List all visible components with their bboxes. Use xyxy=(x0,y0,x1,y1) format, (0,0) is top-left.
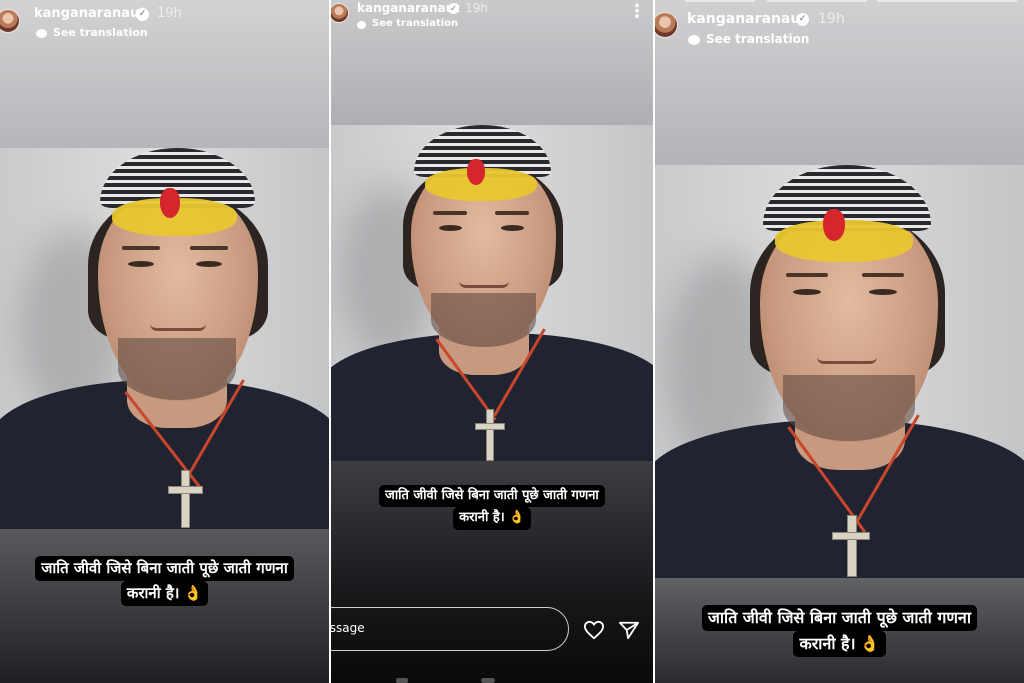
right-brow xyxy=(190,246,228,250)
cross-bar xyxy=(832,532,870,540)
cross-bar xyxy=(475,423,505,430)
caption-text-2: करानी है। xyxy=(126,583,180,602)
verified-badge-icon: ✓ xyxy=(136,8,149,21)
left-brow xyxy=(122,246,160,250)
beard xyxy=(431,293,536,347)
story-header: kanganaranaut ✓ 19h See translation xyxy=(655,0,1024,48)
avatar[interactable] xyxy=(655,12,678,38)
heart-icon[interactable] xyxy=(583,620,605,640)
username[interactable]: kanganaranaut xyxy=(357,1,460,15)
left-brow xyxy=(433,211,467,215)
ok-hand-emoji: 👌 xyxy=(183,583,203,602)
story-caption: जाति जीवी जिसे बिना जाती पूछे जाती गणना … xyxy=(655,605,1024,657)
message-input[interactable]: Message xyxy=(331,607,569,651)
cross-bar xyxy=(168,486,203,494)
see-translation-link[interactable]: See translation xyxy=(372,18,458,29)
ok-hand-emoji: 👌 xyxy=(859,634,880,653)
left-eye xyxy=(439,225,462,231)
mouth xyxy=(459,281,509,288)
right-eye xyxy=(501,225,524,231)
speech-bubble-icon xyxy=(36,29,47,38)
speech-bubble-icon xyxy=(688,35,700,45)
nav-back[interactable] xyxy=(396,678,408,683)
right-brow xyxy=(862,273,904,277)
left-eye xyxy=(793,289,821,295)
system-nav-bar xyxy=(391,678,591,683)
caption-line-2: करानी है। 👌 xyxy=(453,507,531,530)
story-caption: जाति जीवी जिसे बिना जाती पूछे जाती गणना … xyxy=(331,485,653,530)
story-header: kanganaranaut ✓ 19h See translation ⋮ xyxy=(331,0,653,48)
tilak-red-mark xyxy=(823,209,845,241)
mouth xyxy=(150,324,206,331)
post-time: 19h xyxy=(818,11,845,27)
beard xyxy=(118,338,236,400)
username[interactable]: kanganaranaut xyxy=(34,6,145,21)
caption-line-1: जाति जीवी जिसे बिना जाती पूछे जाती गणना xyxy=(702,605,977,631)
ok-hand-emoji: 👌 xyxy=(508,510,525,526)
caption-line-2: करानी है। 👌 xyxy=(120,580,209,606)
tilak-red-mark xyxy=(160,188,180,218)
caption-line-1: जाति जीवी जिसे बिना जाती पूछे जाती गणना xyxy=(35,556,294,581)
post-time: 19h xyxy=(157,6,182,21)
story-photo xyxy=(331,125,653,461)
left-brow xyxy=(786,273,828,277)
cross-pendant xyxy=(181,470,190,528)
send-icon[interactable] xyxy=(618,620,640,640)
verified-badge-icon: ✓ xyxy=(448,3,459,14)
right-eye xyxy=(196,261,222,267)
caption-text-2: करानी है। xyxy=(799,634,856,653)
see-translation-link[interactable]: See translation xyxy=(53,26,148,39)
story-panel-left: kanganaranaut ✓ 19h See translation जाति… xyxy=(0,0,329,683)
message-placeholder: Message xyxy=(331,621,365,635)
avatar[interactable] xyxy=(0,9,20,33)
mouth xyxy=(817,357,877,364)
post-time: 19h xyxy=(465,1,488,15)
story-header: kanganaranaut ✓ 19h See translation xyxy=(0,0,329,48)
speech-bubble-icon xyxy=(357,21,366,29)
more-vertical-icon[interactable]: ⋮ xyxy=(628,3,646,21)
story-caption: जाति जीवी जिसे बिना जाती पूछे जाती गणना … xyxy=(0,556,329,606)
story-photo xyxy=(655,165,1024,578)
cross-pendant xyxy=(847,515,857,577)
caption-text-2: करानी है। xyxy=(459,510,505,526)
beard xyxy=(783,375,915,441)
right-brow xyxy=(495,211,529,215)
right-eye xyxy=(869,289,897,295)
verified-badge-icon: ✓ xyxy=(796,13,809,26)
caption-line-1: जाति जीवी जिसे बिना जाती पूछे जाती गणना xyxy=(379,485,605,508)
caption-line-2: करानी है। 👌 xyxy=(793,631,886,657)
story-panel-right: kanganaranaut ✓ 19h See translation जाति… xyxy=(655,0,1024,683)
nav-home[interactable] xyxy=(481,678,495,683)
username[interactable]: kanganaranaut xyxy=(687,11,807,27)
left-eye xyxy=(128,261,154,267)
story-photo xyxy=(0,148,329,529)
tilak-red-mark xyxy=(467,159,485,185)
cross-pendant xyxy=(486,409,494,461)
avatar[interactable] xyxy=(331,3,349,23)
see-translation-link[interactable]: See translation xyxy=(706,32,809,46)
story-panel-middle: kanganaranaut ✓ 19h See translation ⋮ जा… xyxy=(331,0,653,683)
